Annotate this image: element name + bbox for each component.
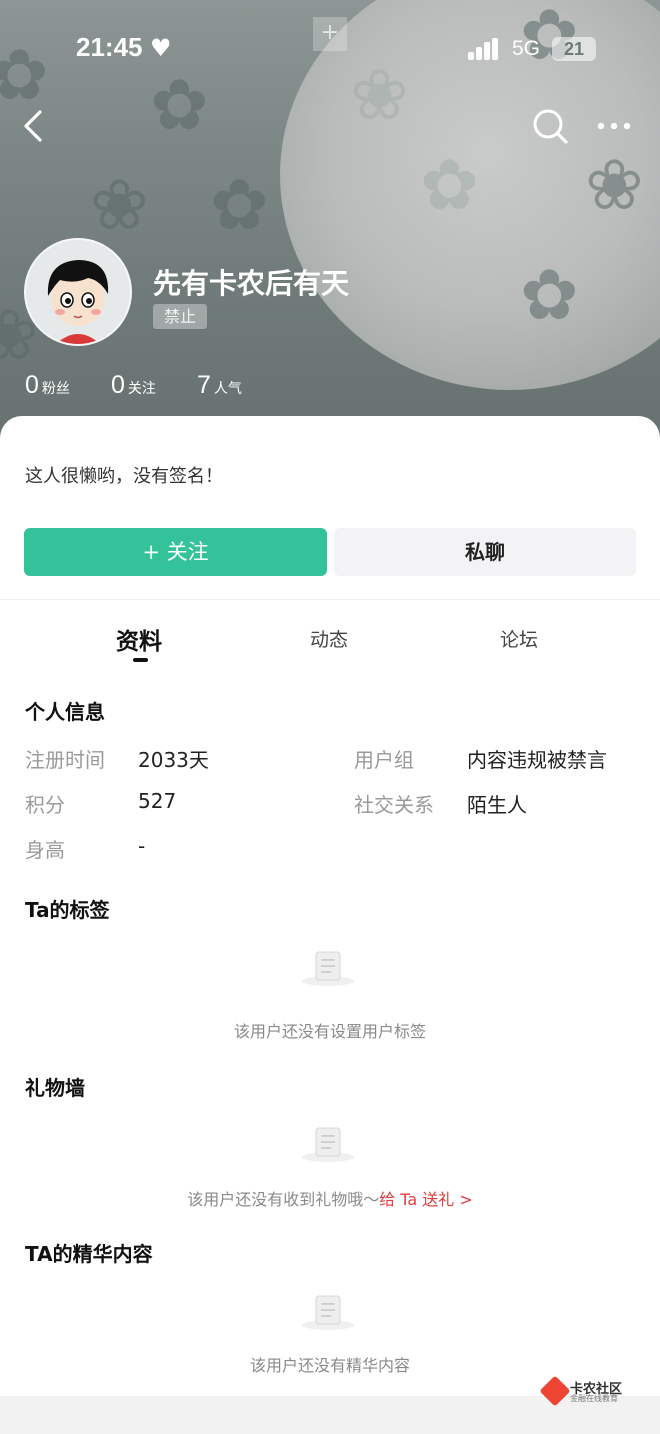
divider <box>0 599 660 600</box>
stat-label: 人气 <box>213 381 242 397</box>
info-value: - <box>138 834 146 858</box>
stat-following[interactable]: 0 关注 <box>111 371 156 400</box>
signal-icon <box>468 38 500 60</box>
profile-header: ✿ ✿ ❀ ✿ ❀ ✿ ✿ ❀ ✿ ❀ + 21:45 ♥ 5G 21 先有卡农… <box>0 0 660 440</box>
flower-decoration: ❀ <box>90 164 149 246</box>
section-title-featured: TA的精华内容 <box>25 1242 153 1266</box>
info-label: 身高 <box>25 838 65 862</box>
info-value: 内容违规被禁言 <box>467 748 607 772</box>
empty-document-icon <box>302 1295 354 1330</box>
flower-decoration: ❀ <box>350 54 409 136</box>
info-label: 注册时间 <box>25 748 105 772</box>
status-badge: 禁止 <box>153 304 208 329</box>
info-value: 2033天 <box>138 748 209 772</box>
tab-forum[interactable]: 论坛 <box>500 625 538 652</box>
site-watermark: 卡农社区 金融在线教育 <box>539 1375 634 1407</box>
profile-card: 这人很懒哟，没有签名！ + 关注 私聊 资料 动态 论坛 个人信息 注册时间 2… <box>0 416 660 1434</box>
info-value: 陌生人 <box>467 793 527 817</box>
flower-decoration: ✿ <box>420 144 479 226</box>
chevron-left-icon <box>24 110 42 142</box>
status-time: 21:45 <box>76 32 143 62</box>
flower-decoration: ❀ <box>585 144 644 226</box>
signature: 这人很懒哟，没有签名！ <box>25 466 223 487</box>
stat-label: 粉丝 <box>41 381 70 397</box>
logo-icon <box>539 1375 571 1407</box>
watermark-subtitle: 金融在线教育 <box>570 1394 618 1403</box>
search-icon <box>533 109 568 144</box>
info-label: 积分 <box>25 793 65 817</box>
back-button[interactable] <box>14 104 54 148</box>
info-label: 用户组 <box>354 748 414 772</box>
stat-number: 0 <box>25 371 39 399</box>
section-title-tags: Ta的标签 <box>25 898 110 922</box>
cartoon-avatar-icon <box>26 240 130 344</box>
stat-popularity: 7 人气 <box>197 371 242 400</box>
add-icon[interactable]: + <box>313 17 347 51</box>
more-button[interactable] <box>592 108 636 144</box>
search-button[interactable] <box>528 104 572 148</box>
empty-tags-text: 该用户还没有设置用户标签 <box>233 1022 426 1041</box>
stat-label: 关注 <box>127 381 156 397</box>
empty-document-icon <box>302 1127 354 1162</box>
tab-profile[interactable]: 资料 <box>116 622 162 656</box>
heart-icon: ♥ <box>150 34 172 62</box>
section-title-personal-info: 个人信息 <box>25 700 105 724</box>
send-gift-link[interactable]: 给 Ta 送礼 > <box>379 1190 473 1209</box>
network-type: 5G <box>512 37 541 60</box>
flower-decoration: ✿ <box>210 164 269 246</box>
private-chat-button[interactable]: 私聊 <box>334 528 636 576</box>
info-label: 社交关系 <box>354 793 434 817</box>
stat-number: 7 <box>197 371 211 399</box>
more-dots-icon <box>597 122 631 130</box>
follow-button[interactable]: + 关注 <box>24 528 327 576</box>
stat-number: 0 <box>111 371 125 399</box>
empty-document-icon <box>302 951 354 986</box>
flower-decoration: ✿ <box>0 34 49 116</box>
empty-gifts-text: 该用户还没有收到礼物哦～ <box>187 1190 380 1209</box>
stat-fans[interactable]: 0 粉丝 <box>25 371 70 400</box>
battery-icon: 21 <box>552 37 596 61</box>
empty-featured-text: 该用户还没有精华内容 <box>249 1356 410 1375</box>
flower-decoration: ✿ <box>520 254 579 336</box>
tab-indicator <box>133 658 148 662</box>
info-value: 527 <box>138 789 177 813</box>
nickname: 先有卡农后有天 <box>153 267 350 300</box>
empty-gifts-row: 该用户还没有收到礼物哦～给 Ta 送礼 > <box>0 1186 660 1210</box>
section-title-gift-wall: 礼物墙 <box>25 1076 85 1100</box>
tab-activity[interactable]: 动态 <box>310 625 348 652</box>
flower-decoration: ✿ <box>150 64 209 146</box>
avatar[interactable] <box>24 238 132 346</box>
